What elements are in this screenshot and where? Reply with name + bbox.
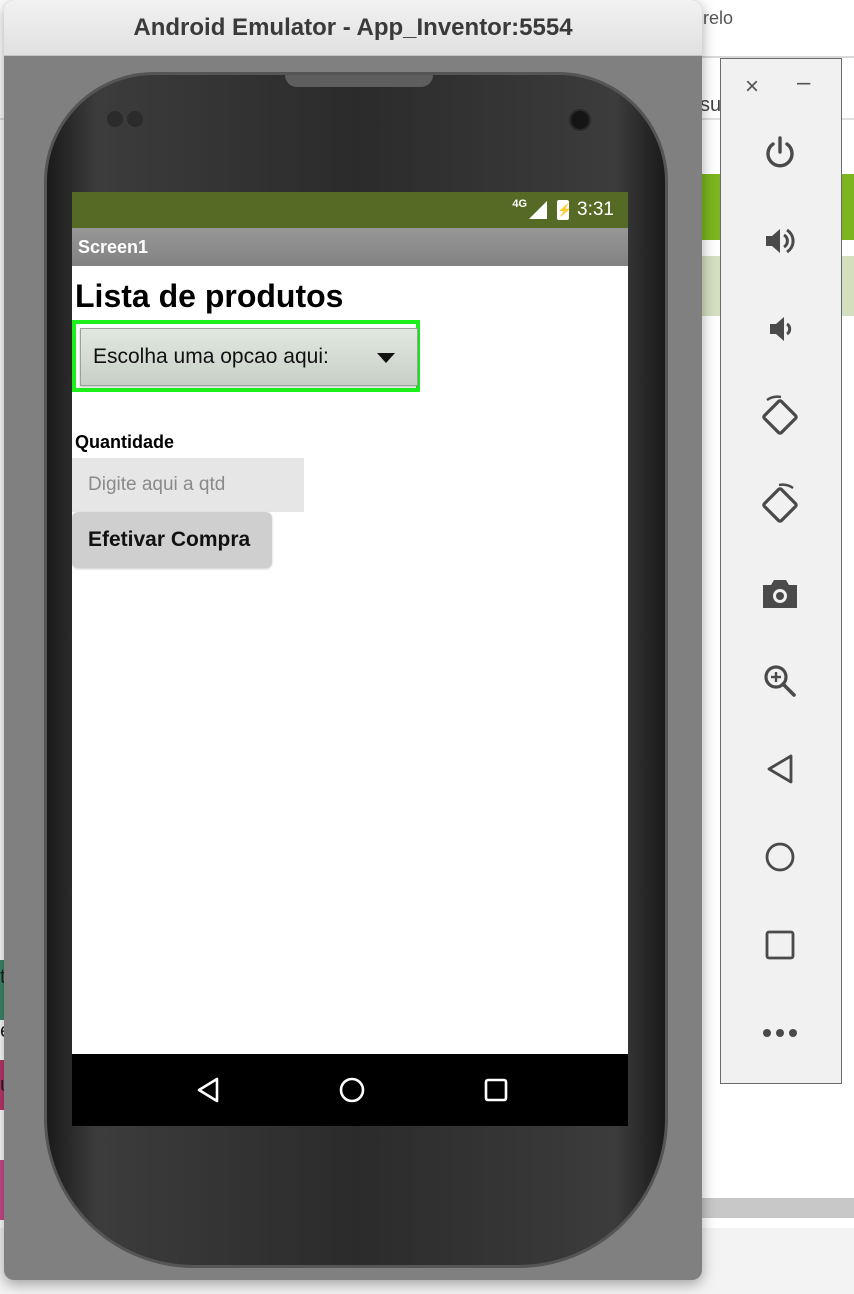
buy-button[interactable]: Efetivar Compra <box>72 512 272 568</box>
phone-speaker <box>285 75 433 87</box>
window-titlebar[interactable]: Android Emulator - App_Inventor:5554 <box>4 0 702 56</box>
window-title: Android Emulator - App_Inventor:5554 <box>133 13 573 41</box>
status-time: 3:31 <box>577 199 614 220</box>
phone-sensors <box>107 111 153 129</box>
screenshot-button[interactable] <box>752 565 808 621</box>
camera-icon <box>763 580 797 608</box>
dropdown-arrow-icon <box>377 353 395 363</box>
app-title-bar: Screen1 <box>72 228 628 266</box>
toolbar-overview-button[interactable] <box>752 917 808 973</box>
toolbar-home-button[interactable] <box>752 829 808 885</box>
rotate-left-button[interactable] <box>752 389 808 445</box>
back-icon <box>197 1077 219 1103</box>
quantity-input[interactable] <box>72 458 304 512</box>
nav-back-button[interactable] <box>178 1060 238 1120</box>
phone-camera <box>569 109 591 131</box>
nav-home-button[interactable] <box>322 1060 382 1120</box>
power-icon <box>766 136 794 168</box>
back-icon <box>767 754 793 784</box>
zoom-icon <box>764 665 796 697</box>
signal-icon <box>529 201 548 219</box>
toolbar-close-button[interactable]: × <box>745 73 759 101</box>
quantity-label: Quantidade <box>75 432 175 452</box>
page-heading: Lista de produtos <box>75 278 344 314</box>
network-type: 4G <box>512 198 528 210</box>
toolbar-back-button[interactable] <box>752 741 808 797</box>
status-bar: 4G 3:31 <box>72 192 628 228</box>
emulator-toolbar: × – <box>720 58 842 1084</box>
spinner-selected-value: Escolha uma opcao aqui: <box>93 345 329 368</box>
background-scrollbar <box>700 1198 854 1218</box>
screen-title: Screen1 <box>78 236 149 257</box>
volume-down-icon <box>770 317 792 341</box>
recents-icon <box>484 1078 508 1102</box>
power-button[interactable] <box>752 125 808 181</box>
battery-charging-icon <box>557 200 570 220</box>
home-icon <box>765 842 795 872</box>
system-nav-bar <box>72 1054 628 1126</box>
volume-up-icon <box>766 228 795 254</box>
rotate-left-icon <box>762 395 798 435</box>
overview-icon <box>765 930 795 960</box>
nav-recents-button[interactable] <box>466 1060 526 1120</box>
spinner-focus-outline: Escolha uma opcao aqui: <box>72 320 420 392</box>
more-icon <box>763 1029 797 1037</box>
toolbar-minimize-button[interactable]: – <box>797 69 810 97</box>
app-content: Lista de produtos Escolha uma opcao aqui… <box>72 266 628 1054</box>
product-spinner[interactable]: Escolha uma opcao aqui: <box>80 328 418 386</box>
background-text: relo <box>703 8 734 28</box>
volume-down-button[interactable] <box>752 301 808 357</box>
device-screen: 4G 3:31 Screen1 Lista de produtos Escolh… <box>72 192 628 1126</box>
zoom-button[interactable] <box>752 653 808 709</box>
more-button[interactable] <box>752 1005 808 1061</box>
rotate-right-button[interactable] <box>752 477 808 533</box>
rotate-right-icon <box>762 483 798 523</box>
volume-up-button[interactable] <box>752 213 808 269</box>
home-icon <box>339 1077 365 1103</box>
